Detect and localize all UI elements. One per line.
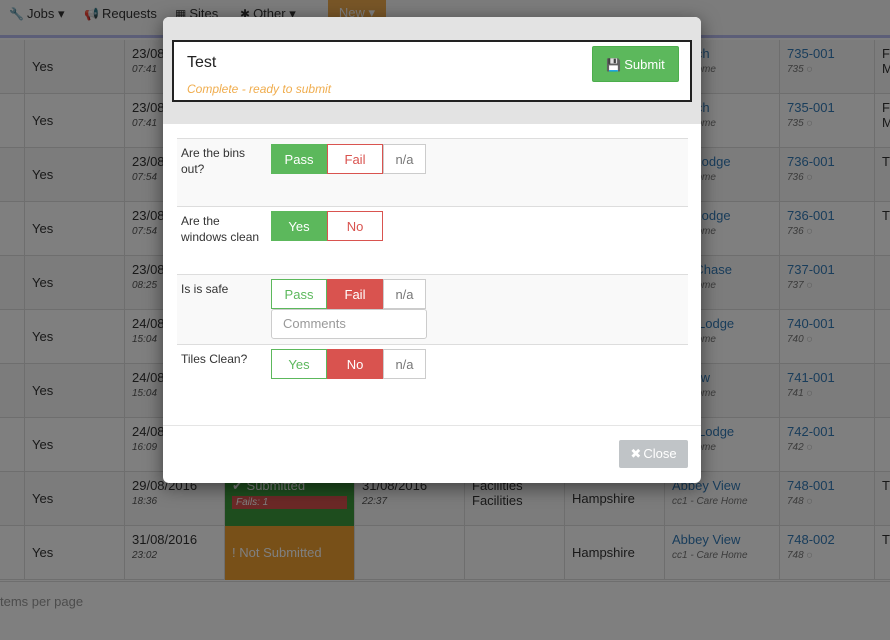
completion-status: Complete - ready to submit — [187, 82, 332, 96]
question-row: Is is safe Pass Fail n/a Comments — [177, 274, 688, 344]
question-label: Are the bins out? — [181, 146, 246, 176]
pass-button[interactable]: Pass — [271, 144, 327, 174]
fail-button[interactable]: Fail — [327, 144, 383, 174]
question-label: Tiles Clean? — [181, 352, 248, 366]
pass-button[interactable]: Pass — [271, 279, 327, 309]
no-button[interactable]: No — [327, 349, 383, 379]
yes-button[interactable]: Yes — [271, 349, 327, 379]
na-button[interactable]: n/a — [383, 144, 426, 174]
question-label: Are the windows clean — [181, 214, 260, 244]
close-button[interactable]: ✖ Close — [619, 440, 688, 468]
fail-button[interactable]: Fail — [327, 279, 383, 309]
save-icon: 💾 — [606, 58, 622, 72]
question-label: Is is safe — [181, 282, 229, 296]
submit-button[interactable]: 💾 Submit — [592, 46, 679, 82]
question-row: Are the windows clean Yes No — [177, 206, 688, 274]
modal-header: Test Complete - ready to submit 💾 Submit — [163, 17, 701, 124]
no-button[interactable]: No — [327, 211, 383, 241]
na-button[interactable]: n/a — [383, 279, 426, 309]
comments-input[interactable]: Comments — [271, 309, 427, 339]
question-row: Tiles Clean? Yes No n/a — [177, 344, 688, 414]
modal-title-box: Test Complete - ready to submit 💾 Submit — [172, 40, 692, 102]
checklist-modal: Test Complete - ready to submit 💾 Submit … — [163, 17, 701, 483]
yes-button[interactable]: Yes — [271, 211, 327, 241]
question-row: Are the bins out? Pass Fail n/a — [177, 138, 688, 206]
close-icon: ✖ — [630, 446, 642, 461]
modal-footer-divider — [163, 425, 701, 426]
modal-title: Test — [187, 54, 217, 71]
na-button[interactable]: n/a — [383, 349, 426, 379]
